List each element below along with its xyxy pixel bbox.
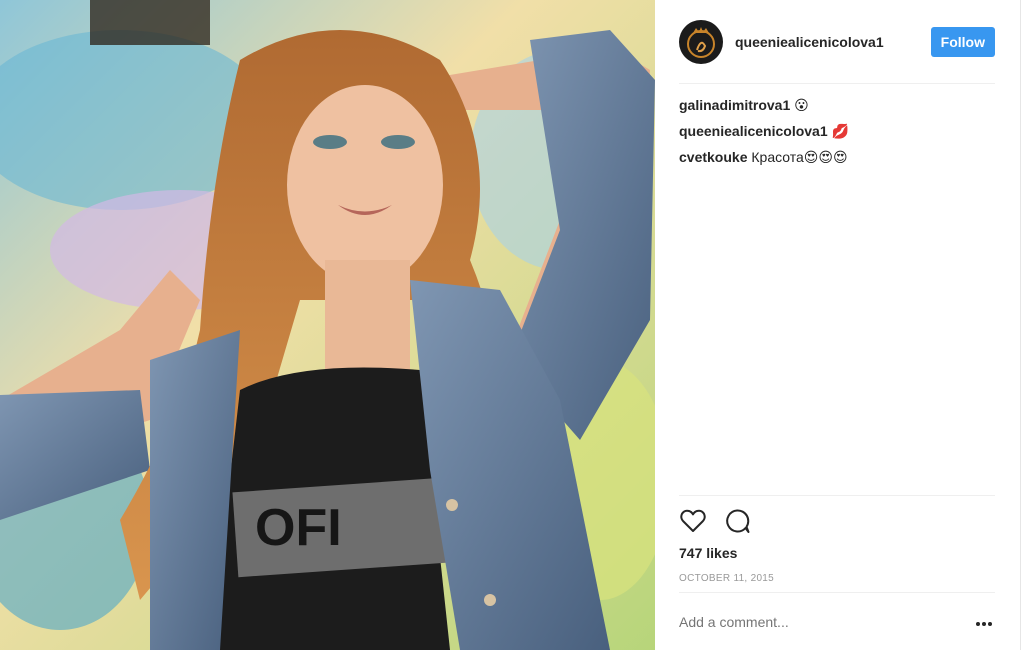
comment-item: galinadimitrova1 😮 [679,96,995,114]
more-options-icon[interactable] [975,616,993,632]
post-date[interactable]: OCTOBER 11, 2015 [679,573,774,584]
header-divider [679,83,995,84]
photo-illustration: OFI [0,0,655,650]
comment-author[interactable]: galinadimitrova1 [679,97,790,113]
post-actions [679,507,751,535]
comment-text: Красота😍😍😍 [751,149,848,165]
post-photo[interactable]: OFI [0,0,655,650]
actions-divider [679,495,995,496]
comment-item: queeniealicenicolova1 💋 [679,122,995,140]
avatar[interactable] [679,20,723,64]
post-username[interactable]: queeniealicenicolova1 [735,34,884,50]
comment-input-divider [679,592,995,593]
comment-item: cvetkouke Красота😍😍😍 [679,148,995,166]
shirt-print-text: OFI [255,499,342,557]
heart-icon[interactable] [679,507,707,535]
comment-text: 💋 [831,123,849,139]
comment-text: 😮 [794,97,809,113]
crown-logo-icon [687,27,715,58]
comments-list: galinadimitrova1 😮 queeniealicenicolova1… [679,96,995,174]
likes-count[interactable]: 747 likes [679,545,737,561]
comment-author[interactable]: queeniealicenicolova1 [679,123,828,139]
follow-button[interactable]: Follow [930,27,995,57]
comment-bubble-icon[interactable] [723,507,751,535]
comment-author[interactable]: cvetkouke [679,149,747,165]
add-comment-input[interactable] [679,614,949,630]
post-header: queeniealicenicolova1 Follow [679,18,995,66]
post-details-panel: queeniealicenicolova1 Follow galinadimit… [655,0,1021,650]
